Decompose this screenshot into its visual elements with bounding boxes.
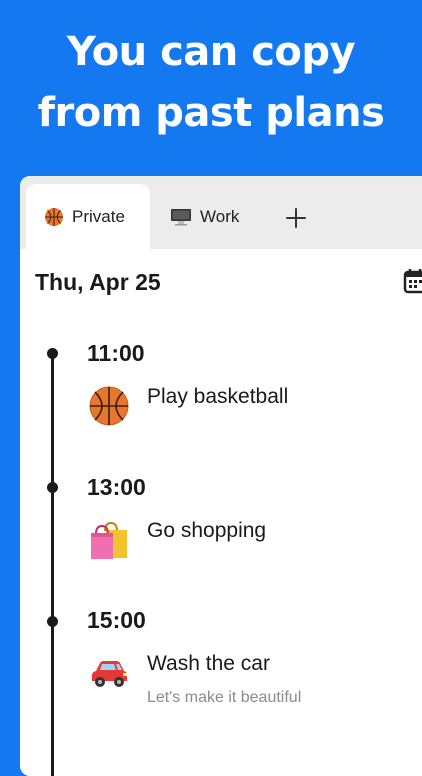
event-subtitle: Let's make it beautiful [147, 689, 302, 706]
car-icon [88, 653, 130, 695]
basketball-icon [44, 207, 64, 227]
headline-line-1: You can copy [66, 29, 356, 75]
tab-private[interactable]: Private [26, 184, 150, 249]
basketball-icon [88, 385, 130, 427]
computer-icon [170, 208, 192, 226]
calendar-icon[interactable] [403, 268, 422, 294]
timeline-dot [47, 348, 58, 359]
plus-icon[interactable] [284, 206, 308, 230]
app-card: Private Work Thu, Apr 25 11:00 Play bask… [20, 176, 422, 776]
tab-work[interactable]: Work [170, 184, 239, 249]
timeline-dot [47, 482, 58, 493]
event-time[interactable]: 11:00 [87, 340, 145, 367]
promo-headline: You can copy from past plans [0, 22, 422, 144]
shopping-bags-icon [88, 519, 130, 561]
timeline-line [51, 352, 54, 776]
event-time[interactable]: 15:00 [87, 607, 146, 634]
tab-work-label: Work [200, 206, 240, 226]
timeline-dot [47, 616, 58, 627]
headline-line-2: from past plans [37, 90, 385, 136]
event-title[interactable]: Play basketball [147, 385, 288, 409]
date-title: Thu, Apr 25 [35, 269, 161, 295]
event-title[interactable]: Wash the car [147, 652, 270, 676]
event-title[interactable]: Go shopping [147, 519, 266, 543]
tab-bar: Private Work [20, 176, 422, 249]
tab-private-label: Private [72, 206, 125, 226]
event-time[interactable]: 13:00 [87, 474, 146, 501]
